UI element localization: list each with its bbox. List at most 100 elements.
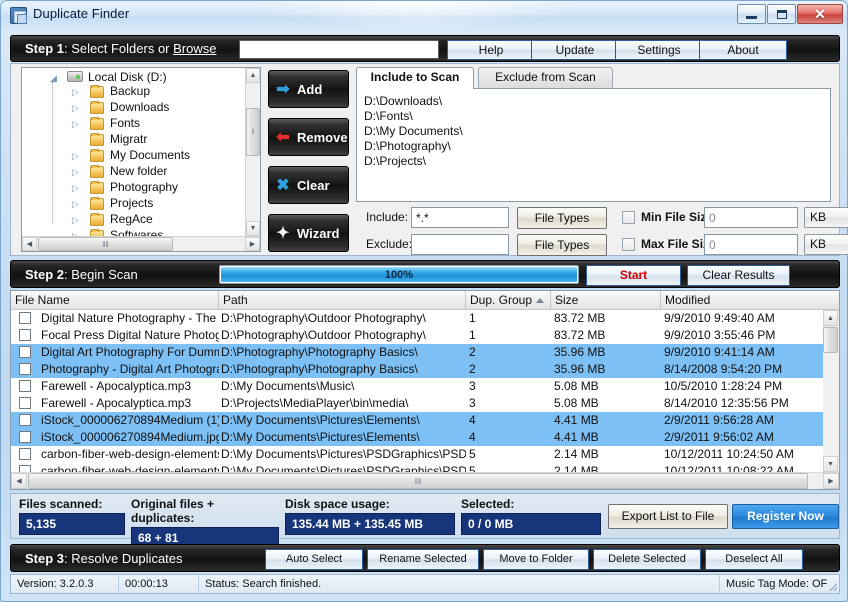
row-checkbox[interactable] [19, 465, 31, 472]
table-row[interactable]: Farewell - Apocalyptica.mp3 D:\Projects\… [11, 395, 823, 412]
chevron-right-icon[interactable]: ▷ [72, 216, 81, 225]
tree-item[interactable]: ▷ Softwares [22, 228, 245, 236]
resize-grip-icon[interactable] [827, 581, 837, 591]
table-row[interactable]: carbon-fiber-web-design-elements (1) D:\… [11, 446, 823, 463]
column-header-dup-group[interactable]: Dup. Group [466, 291, 551, 309]
chevron-right-icon[interactable]: ▷ [72, 120, 81, 129]
exclude-file-types-button[interactable]: File Types [517, 234, 607, 256]
row-checkbox[interactable] [19, 380, 31, 392]
remove-button[interactable]: ⬅ Remove [268, 118, 349, 156]
include-file-types-button[interactable]: File Types [517, 207, 607, 229]
table-row[interactable]: Photography - Digital Art Photography D:… [11, 361, 823, 378]
column-header-path[interactable]: Path [219, 291, 466, 309]
scroll-left-icon[interactable]: ◀ [11, 473, 27, 489]
close-button[interactable]: ✕ [797, 4, 843, 24]
min-file-size-checkbox[interactable] [622, 211, 635, 224]
tree-item[interactable]: ▷ My Documents [22, 148, 245, 164]
tree-item[interactable]: ▷ Fonts [22, 116, 245, 132]
column-header-modified[interactable]: Modified [661, 291, 825, 309]
browse-link[interactable]: Browse [173, 41, 216, 56]
tree-vertical-scrollbar[interactable]: ▲ ‖ ▼ [245, 68, 260, 236]
include-path-item[interactable]: D:\Downloads\ [364, 94, 823, 109]
move-to-folder-button[interactable]: Move to Folder [483, 549, 589, 570]
chevron-right-icon[interactable]: ▷ [72, 152, 81, 161]
add-button[interactable]: ➡ Add [268, 70, 349, 108]
row-checkbox[interactable] [19, 431, 31, 443]
wizard-button[interactable]: ✦ Wizard [268, 214, 349, 252]
tree-horizontal-scrollbar[interactable]: ◀ ‖‖ ▶ [22, 236, 260, 251]
include-path-item[interactable]: D:\My Documents\ [364, 124, 823, 139]
scroll-right-icon[interactable]: ▶ [245, 237, 260, 251]
tree-item[interactable]: ▷ Projects [22, 196, 245, 212]
include-paths-list[interactable]: D:\Downloads\ D:\Fonts\ D:\My Documents\… [356, 88, 831, 202]
settings-button[interactable]: Settings [615, 40, 703, 60]
tree-scroll-thumb[interactable]: ‖ [246, 108, 260, 156]
table-row[interactable]: Focal Press Digital Nature Photograp D:\… [11, 327, 823, 344]
table-row[interactable]: iStock_000006270894Medium (1).jpg D:\My … [11, 412, 823, 429]
column-header-file-name[interactable]: File Name [11, 291, 219, 309]
min-file-size-input[interactable] [704, 207, 798, 228]
scroll-down-icon[interactable]: ▼ [246, 221, 260, 236]
tree-item[interactable]: ▷ Backup [22, 84, 245, 100]
row-checkbox[interactable] [19, 363, 31, 375]
max-file-size-input[interactable] [704, 234, 798, 255]
tree-item[interactable]: ▷ RegAce [22, 212, 245, 228]
scroll-up-icon[interactable]: ▲ [823, 310, 838, 326]
include-path-item[interactable]: D:\Fonts\ [364, 109, 823, 124]
max-file-size-unit-select[interactable]: KB [804, 234, 848, 255]
chevron-right-icon[interactable]: ▷ [72, 168, 81, 177]
register-now-button[interactable]: Register Now [732, 504, 839, 529]
results-horizontal-scrollbar[interactable]: ◀ ‖‖ ▶ [11, 472, 839, 489]
results-scroll-thumb[interactable] [823, 327, 838, 353]
scroll-left-icon[interactable]: ◀ [22, 237, 37, 251]
row-checkbox[interactable] [19, 448, 31, 460]
chevron-right-icon[interactable]: ▷ [72, 88, 81, 97]
table-row[interactable]: carbon-fiber-web-design-elements.ps D:\M… [11, 463, 823, 472]
scroll-down-icon[interactable]: ▼ [823, 456, 838, 472]
tree-item[interactable]: ◢ Local Disk (D:) [22, 68, 245, 84]
row-checkbox[interactable] [19, 414, 31, 426]
table-row[interactable]: Digital Nature Photography - The Art D:\… [11, 310, 823, 327]
table-row[interactable]: iStock_000006270894Medium.jpg D:\My Docu… [11, 429, 823, 446]
auto-select-button[interactable]: Auto Select [265, 549, 363, 570]
export-list-button[interactable]: Export List to File [608, 504, 728, 529]
row-checkbox[interactable] [19, 312, 31, 324]
start-button[interactable]: Start [586, 265, 681, 286]
about-button[interactable]: About [699, 40, 787, 60]
row-checkbox[interactable] [19, 397, 31, 409]
deselect-all-button[interactable]: Deselect All [705, 549, 803, 570]
include-path-item[interactable]: D:\Photography\ [364, 139, 823, 154]
row-checkbox[interactable] [19, 329, 31, 341]
delete-selected-button[interactable]: Delete Selected [593, 549, 701, 570]
clear-button[interactable]: ✖ Clear [268, 166, 349, 204]
folder-tree[interactable]: ◢ Local Disk (D:) ▷ Backup ▷ Downloads ▷ [21, 67, 261, 252]
scroll-right-icon[interactable]: ▶ [823, 473, 839, 489]
tab-exclude-from-scan[interactable]: Exclude from Scan [478, 67, 613, 88]
chevron-right-icon[interactable] [72, 136, 81, 145]
exclude-filter-input[interactable] [411, 234, 509, 255]
table-row[interactable]: Farewell - Apocalyptica.mp3 D:\My Docume… [11, 378, 823, 395]
results-vertical-scrollbar[interactable]: ▲ ▼ [823, 310, 839, 472]
scroll-up-icon[interactable]: ▲ [246, 68, 260, 83]
tree-hscroll-thumb[interactable]: ‖‖ [38, 237, 173, 251]
results-hscroll-thumb[interactable]: ‖‖ [28, 473, 808, 489]
tree-item[interactable]: ▷ New folder [22, 164, 245, 180]
minimize-button[interactable] [737, 4, 766, 24]
table-row[interactable]: Digital Art Photography For Dummies. D:\… [11, 344, 823, 361]
rename-selected-button[interactable]: Rename Selected [367, 549, 479, 570]
min-file-size-unit-select[interactable]: KB [804, 207, 848, 228]
include-filter-input[interactable] [411, 207, 509, 228]
chevron-down-icon[interactable]: ◢ [50, 74, 59, 83]
maximize-button[interactable] [767, 4, 796, 24]
tab-include-to-scan[interactable]: Include to Scan [356, 67, 474, 89]
row-checkbox[interactable] [19, 346, 31, 358]
tree-item[interactable]: ▷ Photography [22, 180, 245, 196]
chevron-right-icon[interactable]: ▷ [72, 104, 81, 113]
help-button[interactable]: Help [447, 40, 535, 60]
tree-item[interactable]: ▷ Downloads [22, 100, 245, 116]
column-header-size[interactable]: Size [551, 291, 661, 309]
results-list[interactable]: File Name Path Dup. Group Size Modified … [10, 290, 840, 490]
update-button[interactable]: Update [531, 40, 619, 60]
browse-path-input[interactable] [239, 40, 439, 59]
tree-item[interactable]: Migratr [22, 132, 245, 148]
